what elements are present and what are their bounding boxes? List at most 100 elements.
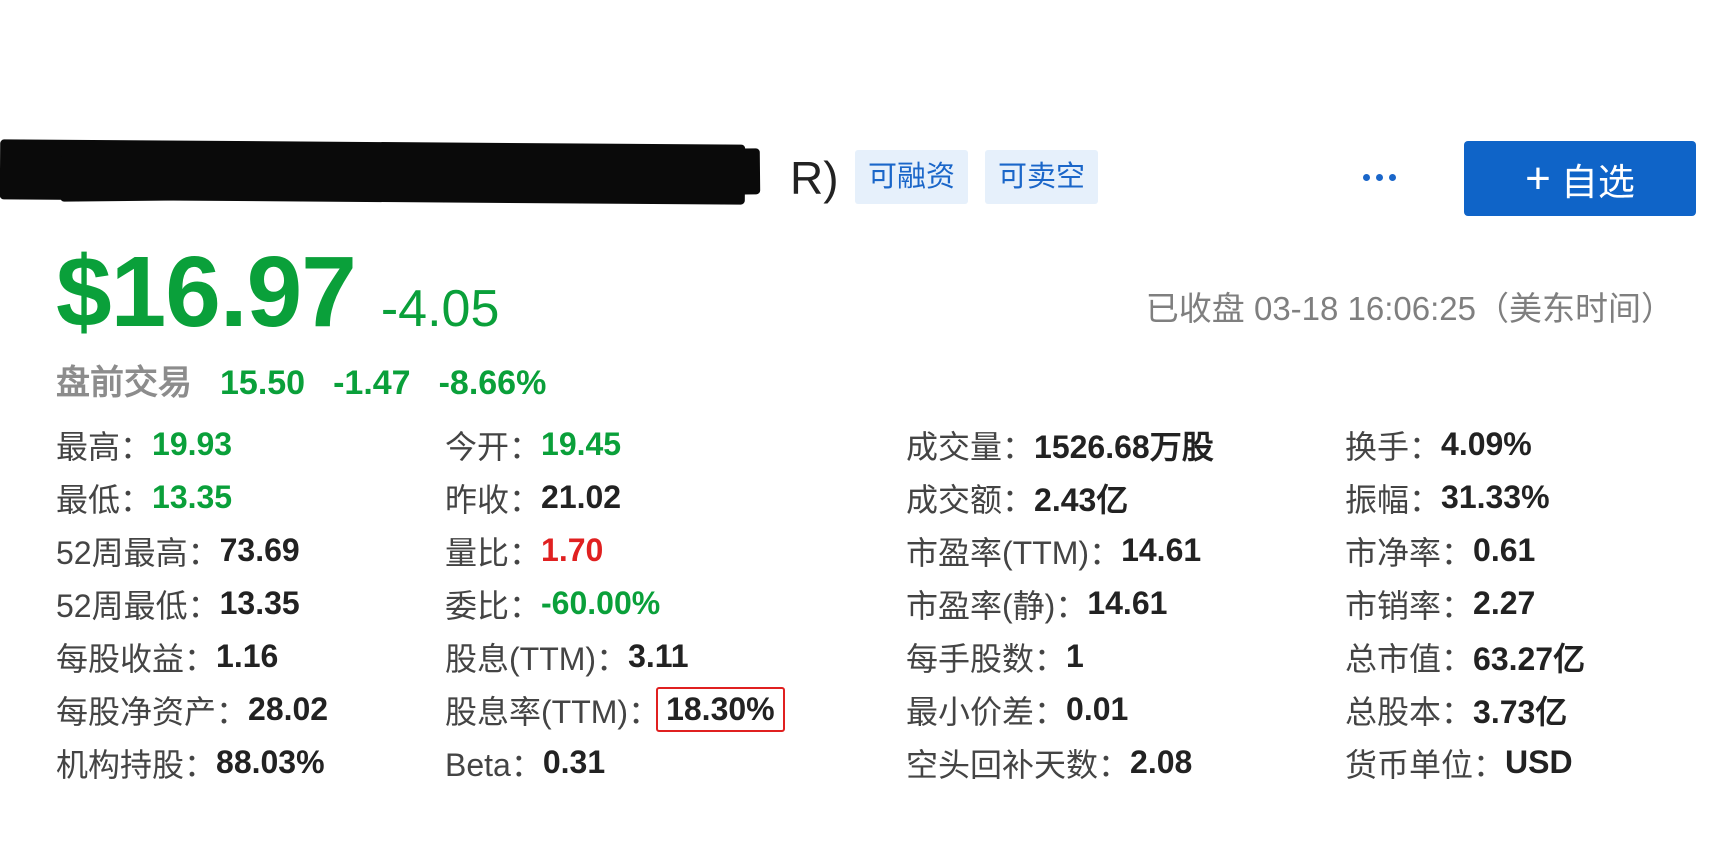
stat-label: 市销率： xyxy=(1345,587,1474,624)
stat-volume: 成交量： 1526.68万股 xyxy=(906,418,1214,471)
stat-value: 73.69 xyxy=(219,532,300,568)
stat-value: 88.03% xyxy=(216,744,325,780)
stat-label: 量比： xyxy=(445,534,542,571)
premarket-change: -1.47 xyxy=(333,364,411,402)
stats-column-4: 换手： 4.09% 振幅： 31.33% 市净率： 0.61 市销率： 2.27 总市值… xyxy=(1345,418,1585,789)
margin-tag[interactable]: 可融资 xyxy=(855,150,969,204)
stat-value: 1526.68万股 xyxy=(1034,428,1214,465)
stat-label: 今开： xyxy=(445,428,542,465)
stat-value: 1.16 xyxy=(216,638,279,674)
stat-volume-ratio: 量比： 1.70 xyxy=(445,524,785,577)
stat-institutional: 机构持股： 88.03% xyxy=(56,736,328,789)
stat-pb: 市净率： 0.61 xyxy=(1345,524,1585,577)
stat-label: 股息(TTM)： xyxy=(445,640,629,677)
more-dot-icon xyxy=(1362,173,1370,181)
stat-value: 2.27 xyxy=(1473,585,1536,621)
stat-label: 每手股数： xyxy=(906,640,1067,677)
stat-value: 21.02 xyxy=(541,479,622,515)
more-options-button[interactable] xyxy=(1354,152,1404,202)
stat-value: 1.70 xyxy=(541,532,604,568)
stats-column-2: 今开： 19.45 昨收： 21.02 量比： 1.70 委比： -60.00% 股息(… xyxy=(445,418,785,789)
stat-value: 31.33% xyxy=(1441,479,1550,515)
stat-label: 52周最高： xyxy=(56,534,220,571)
premarket-price: 15.50 xyxy=(220,364,306,402)
stock-header: R) 可融资 可卖空 + 自选 xyxy=(0,0,1730,230)
stat-value: 2.08 xyxy=(1130,744,1193,780)
stat-label: 市盈率(静)： xyxy=(906,587,1088,624)
stat-value: 0.01 xyxy=(1066,691,1129,727)
stat-value: 4.09% xyxy=(1441,426,1532,462)
stat-52w-high: 52周最高： 73.69 xyxy=(56,524,328,577)
stat-label: 振幅： xyxy=(1345,481,1442,518)
stat-label: 成交额： xyxy=(906,481,1035,518)
stat-bvps: 每股净资产： 28.02 xyxy=(56,683,328,736)
stock-name-suffix: R) xyxy=(790,152,839,204)
stat-value: 14.61 xyxy=(1087,585,1168,621)
stat-label: 每股净资产： xyxy=(56,693,249,730)
stat-label: 昨收： xyxy=(445,481,542,518)
market-status: 已收盘 03-18 16:06:25（美东时间） xyxy=(1145,290,1674,327)
stat-52w-low: 52周最低： 13.35 xyxy=(56,577,328,630)
stat-label: 最小价差： xyxy=(906,693,1067,730)
stat-value: 0.61 xyxy=(1473,532,1536,568)
stat-label: 成交量： xyxy=(906,428,1035,465)
stats-column-1: 最高： 19.93 最低： 13.35 52周最高： 73.69 52周最低： 13.3… xyxy=(56,418,328,789)
stat-market-cap: 总市值： 63.27亿 xyxy=(1345,630,1585,683)
stat-value: 28.02 xyxy=(248,691,329,727)
stat-value: 3.11 xyxy=(628,638,689,674)
stat-label: 52周最低： xyxy=(56,587,220,624)
stat-label: Beta： xyxy=(445,746,543,783)
stat-value: 14.61 xyxy=(1121,532,1202,568)
price-row: $16.97 -4.05 xyxy=(56,235,499,348)
stat-value: 63.27亿 xyxy=(1473,640,1586,677)
current-price: $16.97 xyxy=(56,236,357,348)
stat-value: 2.43亿 xyxy=(1034,481,1129,518)
stat-label: 总市值： xyxy=(1345,640,1474,677)
stat-turnover-amount: 成交额： 2.43亿 xyxy=(906,471,1214,524)
stat-label: 换手： xyxy=(1345,428,1442,465)
stat-label: 市净率： xyxy=(1345,534,1474,571)
stat-prev-close: 昨收： 21.02 xyxy=(445,471,785,524)
stat-label: 委比： xyxy=(445,587,542,624)
stat-label: 每股收益： xyxy=(56,640,217,677)
stat-pe-static: 市盈率(静)： 14.61 xyxy=(906,577,1214,630)
plus-icon: + xyxy=(1525,153,1551,203)
stat-label: 股息率(TTM)： xyxy=(445,693,661,730)
stat-tick-size: 最小价差： 0.01 xyxy=(906,683,1214,736)
stat-low: 最低： 13.35 xyxy=(56,471,328,524)
stat-amplitude: 振幅： 31.33% xyxy=(1345,471,1585,524)
stat-label: 空头回补天数： xyxy=(906,746,1131,783)
stat-label: 机构持股： xyxy=(56,746,217,783)
stat-label: 最低： xyxy=(56,481,153,518)
stat-label: 货币单位： xyxy=(1345,746,1506,783)
stat-label: 总股本： xyxy=(1345,693,1474,730)
stat-value: USD xyxy=(1505,744,1573,780)
stat-high: 最高： 19.93 xyxy=(56,418,328,471)
stat-dividend-ttm: 股息(TTM)： 3.11 xyxy=(445,630,785,683)
redaction-mark xyxy=(59,148,761,202)
short-sell-tag[interactable]: 可卖空 xyxy=(985,150,1099,204)
stat-label: 市盈率(TTM)： xyxy=(906,534,1122,571)
stat-lot-size: 每手股数： 1 xyxy=(906,630,1214,683)
stat-value: -60.00% xyxy=(541,585,661,621)
stat-value: 13.35 xyxy=(152,479,233,515)
stat-eps: 每股收益： 1.16 xyxy=(56,630,328,683)
premarket-label: 盘前交易 xyxy=(56,364,192,402)
stat-bid-ratio: 委比： -60.00% xyxy=(445,577,785,630)
stat-value-highlighted: 18.30% xyxy=(656,687,785,732)
stats-column-3: 成交量： 1526.68万股 成交额： 2.43亿 市盈率(TTM)： 14.61 市… xyxy=(906,418,1214,789)
premarket-row: 盘前交易 15.50 -1.47 -8.66% xyxy=(56,355,546,404)
stat-value: 3.73亿 xyxy=(1473,693,1568,730)
stat-value: 1 xyxy=(1066,638,1084,674)
stat-shares-outstanding: 总股本： 3.73亿 xyxy=(1345,683,1585,736)
stat-turnover-rate: 换手： 4.09% xyxy=(1345,418,1585,471)
add-watchlist-button[interactable]: + 自选 xyxy=(1464,141,1696,216)
more-dot-icon xyxy=(1388,173,1396,181)
stat-open: 今开： 19.45 xyxy=(445,418,785,471)
stat-value: 19.93 xyxy=(152,426,233,462)
stat-pe-ttm: 市盈率(TTM)： 14.61 xyxy=(906,524,1214,577)
stat-value: 19.45 xyxy=(541,426,622,462)
add-watchlist-label: 自选 xyxy=(1560,161,1635,203)
stat-days-to-cover: 空头回补天数： 2.08 xyxy=(906,736,1214,789)
stat-ps: 市销率： 2.27 xyxy=(1345,577,1585,630)
